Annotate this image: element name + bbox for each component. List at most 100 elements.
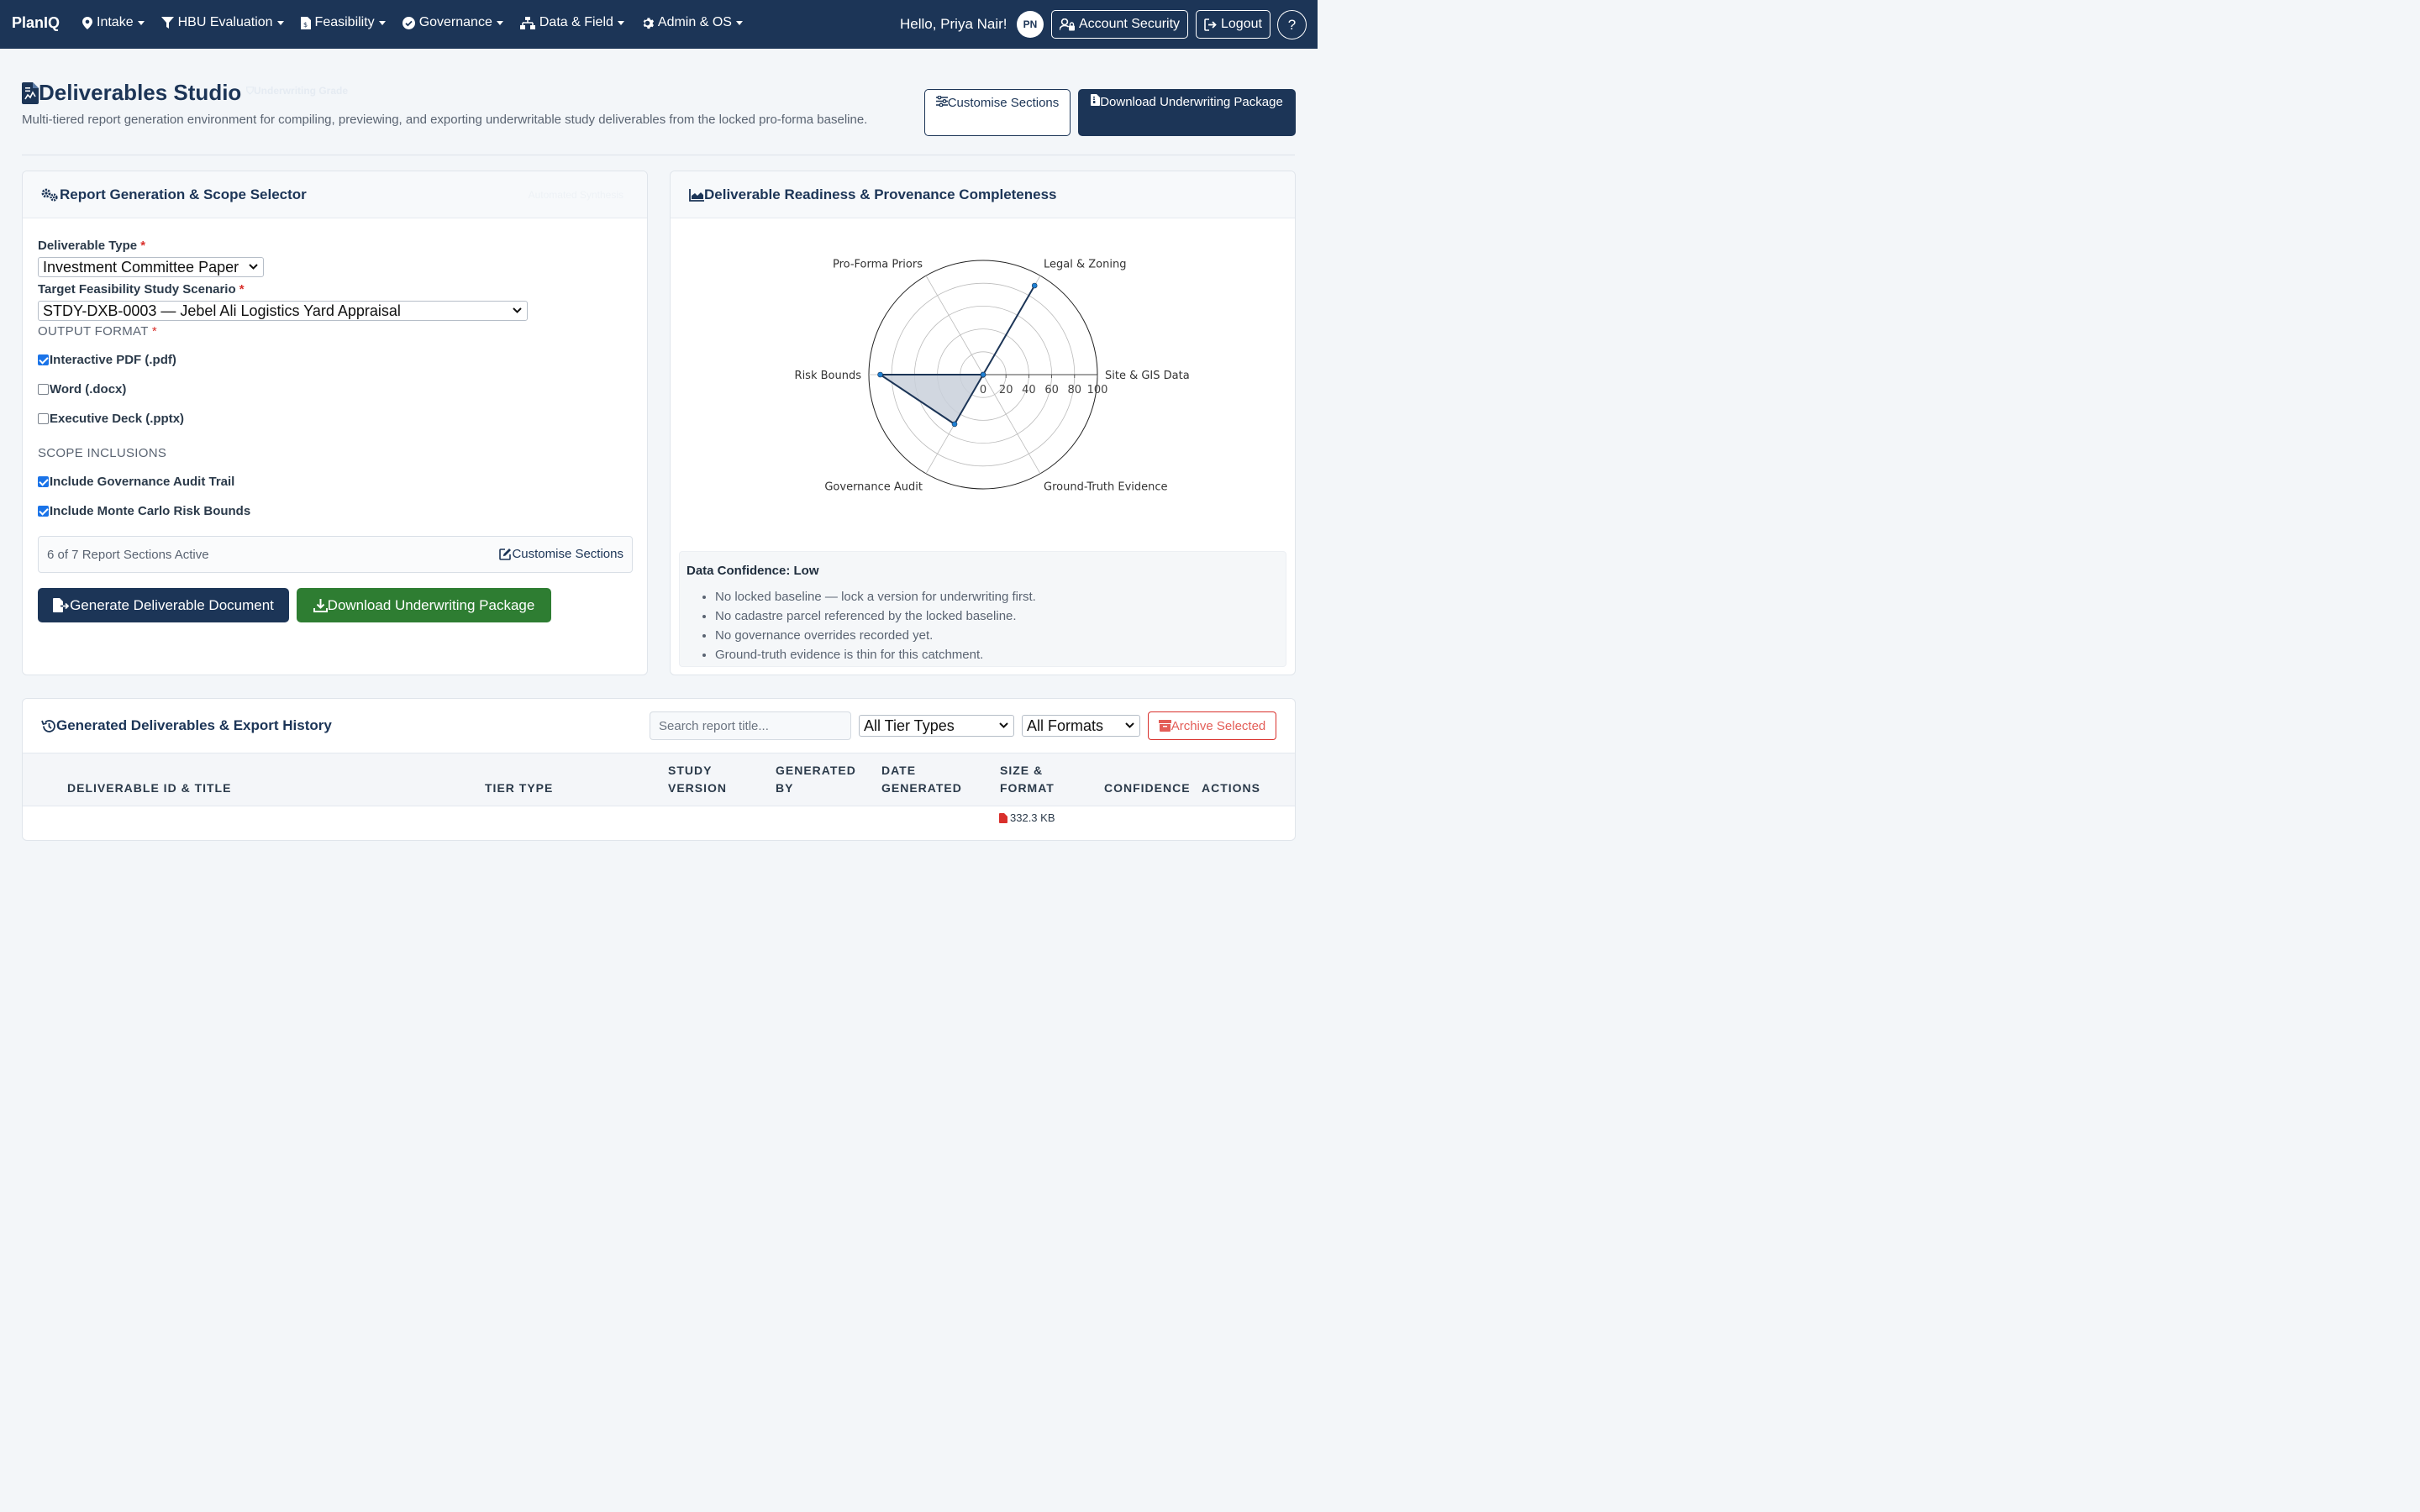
area-chart-icon — [689, 188, 704, 202]
column-header[interactable]: STUDY VERSION — [668, 762, 735, 797]
radar-data-point — [951, 421, 958, 428]
readiness-card: Deliverable Readiness & Provenance Compl… — [670, 171, 1296, 675]
page-subtitle: Multi-tiered report generation environme… — [22, 113, 868, 127]
scenario-select[interactable]: STDY-DXB-0003 — Jebel Ali Logistics Yard… — [38, 301, 528, 321]
confidence-note: No governance overrides recorded yet. — [715, 626, 1036, 645]
nav-governance[interactable]: Governance — [402, 15, 503, 30]
card-header: Report Generation & Scope Selector Autom… — [23, 171, 647, 218]
radar-data-point — [980, 371, 986, 378]
nav-hbu-evaluation[interactable]: HBU Evaluation — [160, 15, 284, 30]
sign-out-icon — [1204, 18, 1217, 31]
docx-label: Word (.docx) — [50, 382, 127, 396]
sliders-icon — [935, 95, 948, 108]
report-generation-title: Report Generation & Scope Selector — [60, 186, 307, 202]
tier-filter-value: All Tier Types — [864, 717, 955, 734]
pptx-checkbox[interactable] — [38, 413, 49, 424]
chevron-down-icon — [249, 264, 258, 270]
file-chart-icon — [22, 81, 39, 104]
customise-sections-button[interactable]: Customise Sections — [924, 89, 1071, 136]
map-pin-icon — [82, 16, 92, 29]
avatar[interactable]: PN — [1017, 11, 1044, 38]
tier-type-filter[interactable]: All Tier Types — [859, 715, 1014, 737]
required-mark: * — [239, 282, 245, 297]
check-circle-icon — [402, 16, 415, 29]
card-header: Generated Deliverables & Export History … — [23, 699, 1295, 753]
card-title: Deliverable Readiness & Provenance Compl… — [689, 186, 1057, 203]
scenario-label-text: Target Feasibility Study Scenario — [38, 282, 236, 297]
deliverable-type-label: Deliverable Type * — [38, 239, 145, 253]
chevron-down-icon — [1125, 722, 1134, 728]
nav-hbu-label: HBU Evaluation — [177, 15, 273, 29]
page-title-text: Deliverables Studio — [39, 80, 242, 105]
card-header: Deliverable Readiness & Provenance Compl… — [671, 171, 1295, 218]
format-filter[interactable]: All Formats — [1022, 715, 1140, 737]
chevron-down-icon — [999, 722, 1008, 728]
report-search-input[interactable]: Search report title... — [650, 711, 851, 740]
radar-series-area — [877, 285, 1036, 426]
main-nav: Intake HBU Evaluation $ Feasibility Gove… — [82, 15, 760, 30]
archive-selected-button[interactable]: Archive Selected — [1148, 711, 1276, 740]
radar-tick-label: 0 — [980, 384, 986, 396]
docx-checkbox[interactable] — [38, 384, 49, 395]
customise-sections-link[interactable]: Customise Sections — [499, 547, 623, 561]
nav-feasibility[interactable]: $ Feasibility — [300, 15, 386, 30]
card-title: Generated Deliverables & Export History — [41, 717, 332, 734]
scope-monte-carlo-option[interactable]: Include Monte Carlo Risk Bounds — [38, 504, 250, 518]
radar-tick-label: 60 — [1044, 384, 1059, 396]
generate-deliverable-button[interactable]: Generate Deliverable Document — [38, 588, 289, 622]
governance-audit-checkbox[interactable] — [38, 476, 49, 487]
generate-label: Generate Deliverable Document — [70, 596, 274, 613]
column-header[interactable]: SIZE & FORMAT — [1000, 762, 1067, 797]
column-header[interactable]: DATE GENERATED — [881, 762, 965, 797]
scope-governance-option[interactable]: Include Governance Audit Trail — [38, 475, 234, 489]
logout-button[interactable]: Logout — [1196, 10, 1270, 39]
history-icon — [41, 719, 55, 732]
underwriting-grade-badge: ⛉Underwriting Grade — [246, 85, 348, 97]
pptx-label: Executive Deck (.pptx) — [50, 412, 185, 426]
nav-admin-os[interactable]: Admin & OS — [641, 15, 743, 30]
history-table-header: DELIVERABLE ID & TITLE TIER TYPE STUDY V… — [23, 753, 1295, 806]
nav-intake-label: Intake — [97, 15, 134, 29]
output-format-label-text: OUTPUT FORMAT — [38, 324, 149, 339]
deliverable-type-label-text: Deliverable Type — [38, 239, 138, 253]
file-dollar-icon: $ — [300, 16, 311, 29]
download-underwriting-package-header-button[interactable]: Download Underwriting Package — [1078, 89, 1296, 136]
radar-data-point — [1031, 282, 1038, 289]
download-underwriting-package-button[interactable]: Download Underwriting Package — [297, 588, 551, 622]
format-pptx-option[interactable]: Executive Deck (.pptx) — [38, 412, 184, 426]
format-filter-value: All Formats — [1027, 717, 1104, 734]
archive-label: Archive Selected — [1171, 718, 1266, 733]
nav-intake[interactable]: Intake — [82, 15, 145, 30]
help-button[interactable]: ? — [1277, 10, 1307, 39]
nav-feasibility-label: Feasibility — [314, 15, 375, 29]
column-header[interactable]: TIER TYPE — [485, 780, 553, 797]
nav-data-field[interactable]: Data & Field — [519, 15, 624, 30]
account-security-button[interactable]: Account Security — [1051, 10, 1189, 39]
confidence-notes: No locked baseline — lock a version for … — [715, 587, 1036, 664]
pdf-checkbox[interactable] — [38, 354, 49, 365]
file-zip-icon — [1091, 94, 1101, 106]
column-header[interactable]: DELIVERABLE ID & TITLE — [67, 780, 231, 797]
format-pdf-option[interactable]: Interactive PDF (.pdf) — [38, 353, 176, 367]
column-header[interactable]: ACTIONS — [1202, 780, 1260, 797]
monte-carlo-checkbox[interactable] — [38, 506, 49, 517]
column-header[interactable]: CONFIDENCE — [1104, 780, 1191, 797]
caret-down-icon — [378, 20, 386, 25]
deliverable-type-select[interactable]: Investment Committee Paper — [38, 257, 264, 277]
svg-text:$: $ — [303, 21, 308, 29]
caret-down-icon — [735, 20, 743, 25]
greeting: Hello, Priya Nair! — [900, 16, 1007, 32]
brand-logo[interactable]: PlanIQ — [12, 14, 60, 32]
column-header[interactable]: GENERATED BY — [776, 762, 860, 797]
export-history-card: Generated Deliverables & Export History … — [22, 698, 1296, 841]
radar-category-label: Site & GIS Data — [1105, 370, 1190, 382]
automated-synthesis-badge: Automated Synthesis — [528, 189, 623, 201]
data-confidence-box: Data Confidence: Low No locked baseline … — [679, 551, 1286, 667]
format-docx-option[interactable]: Word (.docx) — [38, 382, 126, 396]
pdf-label: Interactive PDF (.pdf) — [50, 353, 176, 367]
scenario-value: STDY-DXB-0003 — Jebel Ali Logistics Yard… — [43, 302, 401, 319]
required-mark: * — [140, 239, 146, 253]
confidence-title: Data Confidence: Low — [687, 564, 819, 578]
radar-category-label: Pro-Forma Priors — [833, 258, 923, 270]
chevron-down-icon — [513, 307, 522, 313]
